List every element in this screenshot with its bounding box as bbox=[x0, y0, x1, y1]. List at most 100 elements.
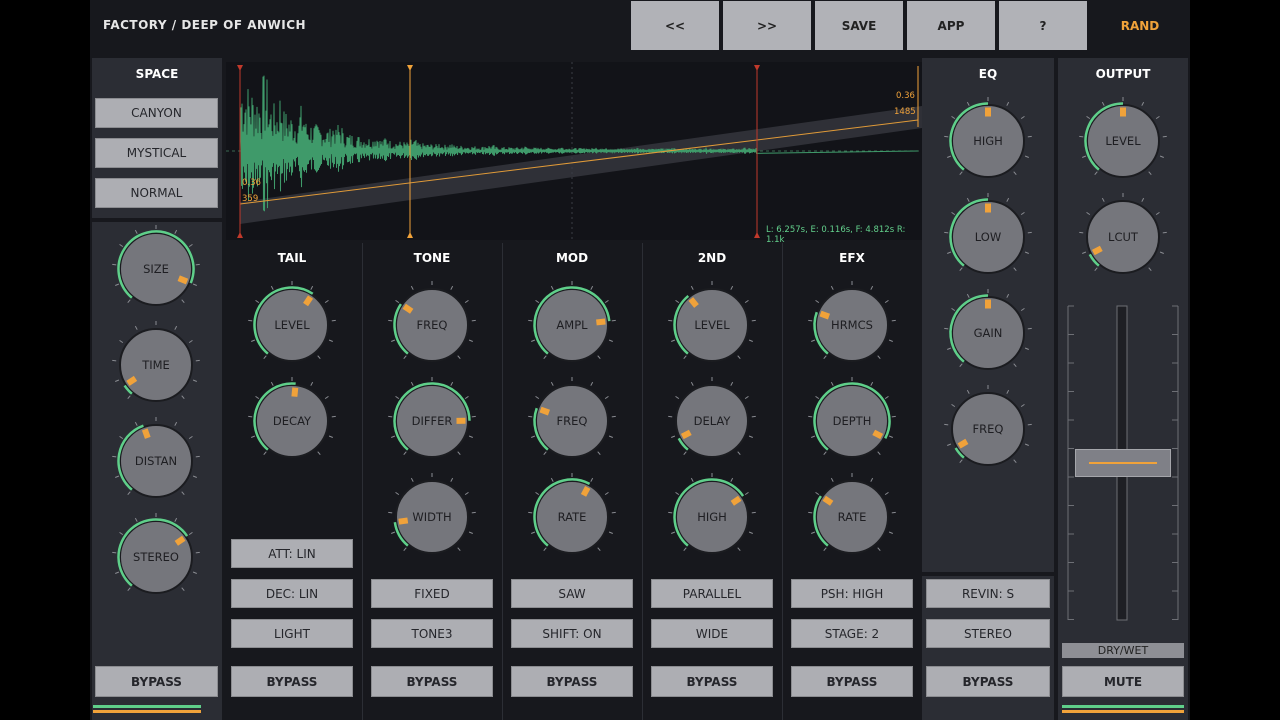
tail-bypass-button[interactable]: BYPASS bbox=[231, 666, 353, 697]
marker-handle[interactable] bbox=[754, 232, 760, 238]
tone-width-knob[interactable]: WIDTH bbox=[387, 472, 477, 562]
eq-freq-knob[interactable]: FREQ bbox=[943, 384, 1033, 474]
rand-button[interactable]: RAND bbox=[1090, 1, 1190, 50]
tail-attack-button[interactable]: ATT: LIN bbox=[231, 539, 353, 568]
fader-thumb[interactable] bbox=[1075, 449, 1171, 477]
knob-label: FREQ bbox=[972, 422, 1004, 436]
distance-knob[interactable]: DISTAN bbox=[111, 416, 201, 506]
efx-harmonics-knob[interactable]: HRMCS bbox=[807, 280, 897, 370]
tone-mode-button[interactable]: TONE3 bbox=[371, 619, 493, 648]
mute-button[interactable]: MUTE bbox=[1062, 666, 1184, 697]
second-width-button[interactable]: WIDE bbox=[651, 619, 773, 648]
efx-title: EFX bbox=[839, 251, 865, 265]
second-title: 2ND bbox=[697, 251, 727, 265]
knob-label: DEPTH bbox=[832, 414, 872, 428]
top-bar: FACTORY / DEEP OF ANWICH << >> SAVE APP … bbox=[90, 0, 1190, 54]
output-level-knob[interactable]: LEVEL bbox=[1078, 96, 1168, 186]
knob-label: LEVEL bbox=[694, 318, 730, 332]
tone-title: TONE bbox=[413, 251, 451, 265]
knob-label: DISTAN bbox=[134, 454, 178, 468]
tail-title: TAIL bbox=[277, 251, 307, 265]
knob-label: LCUT bbox=[1108, 230, 1138, 244]
knob-label: DECAY bbox=[272, 414, 312, 428]
knob-label: LEVEL bbox=[1105, 134, 1141, 148]
knob-label: HIGH bbox=[697, 510, 727, 524]
tone-differ-knob[interactable]: DIFFER bbox=[387, 376, 477, 466]
mod-shift-button[interactable]: SHIFT: ON bbox=[511, 619, 633, 648]
fader-indicator bbox=[1089, 462, 1157, 464]
space-preset-canyon[interactable]: CANYON bbox=[95, 98, 218, 128]
dry-wet-label: DRY/WET bbox=[1062, 643, 1184, 658]
save-button[interactable]: SAVE bbox=[815, 1, 903, 50]
tone-bypass-button[interactable]: BYPASS bbox=[371, 666, 493, 697]
left-value-top: 0.36 bbox=[242, 178, 261, 188]
efx-rate-knob[interactable]: RATE bbox=[807, 472, 897, 562]
efx-bypass-button[interactable]: BYPASS bbox=[791, 666, 913, 697]
tail-level-knob[interactable]: LEVEL bbox=[247, 280, 337, 370]
app-button[interactable]: APP bbox=[907, 1, 995, 50]
output-title: OUTPUT bbox=[1095, 67, 1151, 81]
efx-depth-knob[interactable]: DEPTH bbox=[807, 376, 897, 466]
mod-ampl-knob[interactable]: AMPL bbox=[527, 280, 617, 370]
second-delay-knob[interactable]: DELAY bbox=[667, 376, 757, 466]
eq-bypass-button[interactable]: BYPASS bbox=[926, 666, 1050, 697]
second-level-knob[interactable]: LEVEL bbox=[667, 280, 757, 370]
space-title: SPACE bbox=[135, 67, 179, 81]
section-separator bbox=[642, 243, 643, 720]
mod-rate-knob[interactable]: RATE bbox=[527, 472, 617, 562]
output-level-meter bbox=[1062, 705, 1184, 713]
marker-handle[interactable] bbox=[237, 65, 243, 71]
marker-handle[interactable] bbox=[407, 65, 413, 71]
size-knob[interactable]: SIZE bbox=[111, 224, 201, 314]
tone-freq-knob[interactable]: FREQ bbox=[387, 280, 477, 370]
time-knob[interactable]: TIME bbox=[111, 320, 201, 410]
eq-high-knob[interactable]: HIGH bbox=[943, 96, 1033, 186]
knob-label: SIZE bbox=[143, 262, 169, 276]
impulse-response-display[interactable]: 0.36 359 0.36 1485 L: 6.257s, E: 0.116s,… bbox=[226, 62, 922, 245]
knob-label: RATE bbox=[837, 510, 867, 524]
marker-handle[interactable] bbox=[237, 232, 243, 238]
tail-decay-button[interactable]: DEC: LIN bbox=[231, 579, 353, 608]
eq-stereo-button[interactable]: STEREO bbox=[926, 619, 1050, 648]
tail-light-button[interactable]: LIGHT bbox=[231, 619, 353, 648]
knob-label: STEREO bbox=[133, 550, 179, 564]
space-preset-mystical[interactable]: MYSTICAL bbox=[95, 138, 218, 168]
preset-title[interactable]: FACTORY / DEEP OF ANWICH bbox=[103, 18, 306, 32]
dry-wet-fader[interactable] bbox=[1062, 300, 1184, 624]
space-level-meter bbox=[93, 705, 201, 713]
stereo-knob[interactable]: STEREO bbox=[111, 512, 201, 602]
second-high-knob[interactable]: HIGH bbox=[667, 472, 757, 562]
output-lowcut-knob[interactable]: LCUT bbox=[1078, 192, 1168, 282]
knob-label: LEVEL bbox=[274, 318, 310, 332]
help-button[interactable]: ? bbox=[999, 1, 1087, 50]
mod-bypass-button[interactable]: BYPASS bbox=[511, 666, 633, 697]
efx-stage-button[interactable]: STAGE: 2 bbox=[791, 619, 913, 648]
section-separator bbox=[782, 243, 783, 720]
second-routing-button[interactable]: PARALLEL bbox=[651, 579, 773, 608]
eq-revin-button[interactable]: REVIN: S bbox=[926, 579, 1050, 608]
eq-low-knob[interactable]: LOW bbox=[943, 192, 1033, 282]
prev-preset-button[interactable]: << bbox=[631, 1, 719, 50]
marker-handle[interactable] bbox=[407, 232, 413, 238]
marker-handle[interactable] bbox=[754, 65, 760, 71]
mod-freq-knob[interactable]: FREQ bbox=[527, 376, 617, 466]
knob-label: FREQ bbox=[416, 318, 448, 332]
ir-stats: L: 6.257s, E: 0.116s, F: 4.812s R: 1.1k bbox=[766, 225, 906, 245]
right-value-bottom: 1485 bbox=[894, 107, 916, 117]
tail-decay-knob[interactable]: DECAY bbox=[247, 376, 337, 466]
mod-title: MOD bbox=[555, 251, 589, 265]
knob-label: RATE bbox=[557, 510, 587, 524]
tone-fixed-button[interactable]: FIXED bbox=[371, 579, 493, 608]
space-bypass-button[interactable]: BYPASS bbox=[95, 666, 218, 697]
mod-wave-button[interactable]: SAW bbox=[511, 579, 633, 608]
section-separator bbox=[362, 243, 363, 720]
knob-label: HIGH bbox=[973, 134, 1003, 148]
second-bypass-button[interactable]: BYPASS bbox=[651, 666, 773, 697]
efx-psh-button[interactable]: PSH: HIGH bbox=[791, 579, 913, 608]
next-preset-button[interactable]: >> bbox=[723, 1, 811, 50]
knob-label: AMPL bbox=[556, 318, 588, 332]
knob-label: DELAY bbox=[693, 414, 731, 428]
knob-label: FREQ bbox=[556, 414, 588, 428]
space-preset-normal[interactable]: NORMAL bbox=[95, 178, 218, 208]
eq-gain-knob[interactable]: GAIN bbox=[943, 288, 1033, 378]
